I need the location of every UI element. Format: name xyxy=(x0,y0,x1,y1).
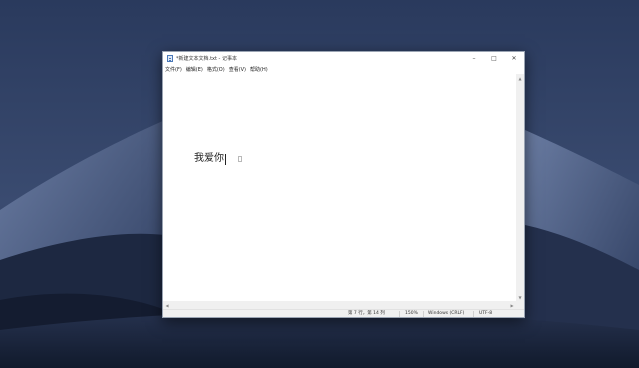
scroll-left-arrow-icon[interactable]: ◀ xyxy=(163,301,171,309)
maximize-button[interactable]: □ xyxy=(484,52,504,65)
status-line-ending: Windows (CRLF) xyxy=(428,311,465,316)
text-caret xyxy=(225,154,226,165)
scroll-down-arrow-icon[interactable]: ▼ xyxy=(516,293,524,301)
status-bar: 第 7 行，第 14 列 150% Windows (CRLF) UTF-8 xyxy=(163,309,524,317)
menu-edit[interactable]: 编辑(E) xyxy=(186,66,203,73)
scrollbar-corner xyxy=(516,301,524,309)
menu-file[interactable]: 文件(F) xyxy=(165,66,182,73)
status-divider xyxy=(399,311,400,317)
status-divider xyxy=(423,311,424,317)
notepad-window: *新建文本文档.txt - 记事本 – □ ✕ 文件(F) 编辑(E) 格式(O… xyxy=(162,51,525,318)
menu-view[interactable]: 查看(V) xyxy=(229,66,246,73)
menu-format[interactable]: 格式(O) xyxy=(207,66,225,73)
vertical-scrollbar[interactable]: ▲ ▼ xyxy=(516,74,524,301)
horizontal-scrollbar[interactable]: ◀ ▶ xyxy=(163,301,516,309)
editor-content[interactable]: 我爱你 xyxy=(194,153,224,165)
status-divider xyxy=(473,311,474,317)
status-cursor-position: 第 7 行，第 14 列 xyxy=(348,311,385,316)
menu-help[interactable]: 帮助(H) xyxy=(250,66,268,73)
status-encoding: UTF-8 xyxy=(479,311,493,316)
ime-indicator xyxy=(238,156,242,162)
menu-bar: 文件(F) 编辑(E) 格式(O) 查看(V) 帮助(H) xyxy=(163,65,524,74)
window-title: *新建文本文档.txt - 记事本 xyxy=(176,56,237,62)
status-zoom: 150% xyxy=(405,311,418,316)
text-editor[interactable]: 我爱你 xyxy=(163,74,516,301)
window-controls: – □ ✕ xyxy=(464,52,524,65)
notepad-icon xyxy=(167,55,173,62)
scroll-right-arrow-icon[interactable]: ▶ xyxy=(508,301,516,309)
title-bar[interactable]: *新建文本文档.txt - 记事本 – □ ✕ xyxy=(163,52,524,65)
scroll-up-arrow-icon[interactable]: ▲ xyxy=(516,74,524,82)
close-button[interactable]: ✕ xyxy=(504,52,524,65)
minimize-button[interactable]: – xyxy=(464,52,484,65)
